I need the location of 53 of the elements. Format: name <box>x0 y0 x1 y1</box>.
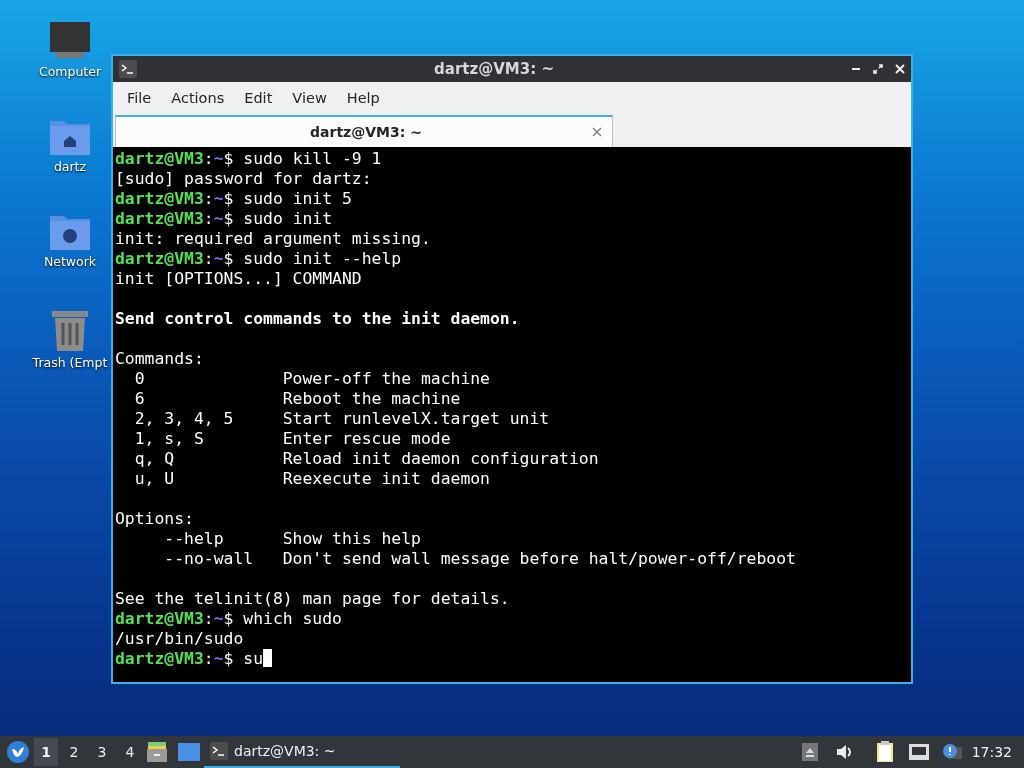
terminal-icon <box>210 742 228 760</box>
output-line: init: required argument missing. <box>115 229 432 249</box>
menu-item[interactable]: File <box>117 90 162 106</box>
output-line: --help Show this help <box>163 529 422 549</box>
output-line: init [OPTIONS...] COMMAND <box>115 269 363 289</box>
desktop-icon-label[interactable]: Trash (Empt <box>32 355 108 370</box>
output-line: 0 Power-off the machine <box>133 369 491 389</box>
menu-item[interactable]: Actions <box>161 90 235 106</box>
speaker-icon[interactable] <box>835 743 854 761</box>
trash-icon <box>51 309 89 351</box>
output-line: --no-wall Don't send wall message before halt/power-off/reboot <box>163 549 797 569</box>
terminal-icon <box>119 60 137 78</box>
eject-icon[interactable] <box>801 743 818 761</box>
output-line: 6 Reboot the machine <box>133 389 462 409</box>
output-line: [sudo] password for dartz: <box>115 169 373 189</box>
network-folder-icon <box>49 214 91 250</box>
task-button[interactable]: dartz@VM3: ~ <box>204 736 400 768</box>
start-menu-icon[interactable] <box>6 740 30 764</box>
output-line: q, Q Reload init daemon configuration <box>133 449 600 469</box>
output-line: 1, s, S Enter rescue mode <box>133 429 452 449</box>
network-icon[interactable] <box>907 743 930 761</box>
output-line: Commands: <box>115 349 205 369</box>
prompt-line: dartz@VM3:~$ sudo init <box>115 209 334 229</box>
notification-icon[interactable] <box>941 743 962 761</box>
output-line: /usr/bin/sudo <box>115 629 245 649</box>
menu-item[interactable]: Edit <box>234 90 283 106</box>
menu-item[interactable]: Help <box>336 90 390 106</box>
workspace-button[interactable]: 2 <box>62 738 86 766</box>
home-folder-icon <box>49 119 91 155</box>
prompt-line: dartz@VM3:~$ which sudo <box>115 609 343 629</box>
menu-item[interactable]: View <box>282 90 337 106</box>
terminal-tab[interactable]: dartz@VM3: ~ <box>115 115 613 147</box>
window-title: dartz@VM3: ~ <box>433 60 555 78</box>
output-line: See the telinit(8) man page for details. <box>115 589 511 609</box>
prompt-line: dartz@VM3:~$ sudo kill -9 1 <box>115 149 383 169</box>
desktop-icon-label[interactable]: Network <box>43 254 97 269</box>
desktop-icon-label[interactable]: dartz <box>53 159 87 174</box>
clock[interactable]: 17:32 <box>965 744 1018 760</box>
monitor-icon <box>48 22 92 60</box>
workspace-button[interactable]: 1 <box>34 738 58 766</box>
clipboard-icon[interactable] <box>875 741 894 763</box>
output-line: 2, 3, 4, 5 Start runlevelX.target unit <box>133 409 551 429</box>
output-line: Send control commands to the init daemon. <box>115 309 521 329</box>
prompt-line: dartz@VM3:~$ su <box>115 649 911 669</box>
workspace-button[interactable]: 4 <box>118 738 142 766</box>
prompt-line: dartz@VM3:~$ sudo init 5 <box>115 189 353 209</box>
workspace-button[interactable]: 3 <box>90 738 114 766</box>
prompt-line: dartz@VM3:~$ sudo init --help <box>115 249 403 269</box>
output-line: u, U Reexecute init daemon <box>133 469 491 489</box>
tab-label: dartz@VM3: ~ <box>309 124 423 140</box>
restore-icon[interactable] <box>873 64 883 74</box>
file-cabinet-icon[interactable] <box>146 741 168 763</box>
output-line: Options: <box>115 509 195 529</box>
